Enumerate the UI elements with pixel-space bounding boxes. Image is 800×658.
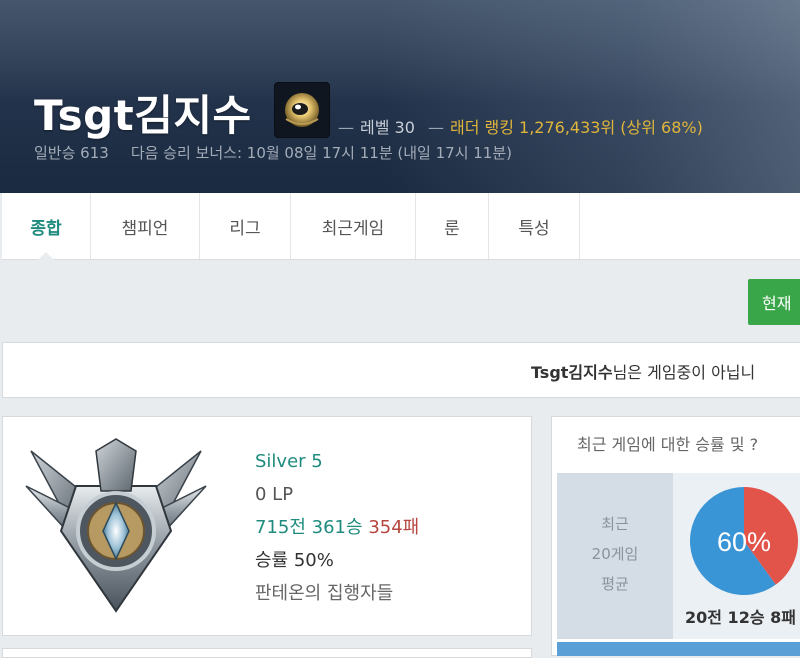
league-points: 0 LP (255, 484, 294, 505)
tab-runes[interactable]: 룬 (416, 193, 489, 259)
rank-info: Silver 5 0 LP 715전 361승 354패 승률 50% 판테온의… (255, 445, 419, 610)
wins-bonus-line: 일반승 613 다음 승리 보너스: 10월 08일 17시 11분 (내일 17… (34, 142, 512, 163)
tier-label: Silver 5 (255, 451, 323, 472)
silver-tier-emblem-icon (25, 438, 207, 613)
league-name: 판테온의 집행자들 (255, 583, 394, 604)
ranked-record: 715전 361승 354패 (255, 511, 419, 544)
ranked-losses: 354패 (368, 517, 420, 538)
eye-orb-icon (285, 93, 319, 127)
ranked-games: 715전 (255, 517, 306, 538)
pie-winrate-label: 60% (717, 527, 771, 557)
recent-label-line1: 최근 (601, 515, 629, 533)
level-ladder-line: — 레벨 30 — 래더 랭킹 1,276,433위 (상위 68%) (338, 118, 703, 137)
recent-games-chart-panel: 60% 20전 12승 8패 (673, 473, 800, 639)
ranked-winrate: 승률 50% (255, 550, 334, 571)
recent-summary: 20전 12승 8패 (685, 608, 796, 627)
live-game-notice: Tsgt김지수님은 게임중이 아닙니 (2, 342, 800, 398)
current-game-button[interactable]: 현재 (748, 279, 800, 325)
tab-champions[interactable]: 챔피언 (91, 193, 200, 259)
normal-wins: 일반승 613 (34, 144, 109, 162)
winrate-pie-chart: 60% (690, 487, 798, 595)
ranked-wins: 361승 (311, 517, 363, 538)
recent-games-card: 최근 게임에 대한 승률 및 ? 최근 20게임 평균 60% 20전 12승 … (551, 416, 800, 656)
next-win-bonus: 다음 승리 보너스: 10월 08일 17시 11분 (내일 17시 11분) (130, 144, 513, 162)
profile-tabs: 종합 챔피언 리그 최근게임 룬 특성 (2, 193, 800, 260)
ladder-ranking: 래더 랭킹 1,276,433위 (상위 68%) (449, 118, 703, 137)
profile-header: Tsgt김지수 — 레벨 30 — 래더 랭킹 1,276,433위 (상위 68%… (0, 0, 800, 193)
notice-summoner-name: Tsgt김지수 (531, 363, 613, 382)
recent-label-line2: 20게임 (591, 545, 639, 563)
tab-league[interactable]: 리그 (200, 193, 291, 259)
next-card-edge (2, 648, 532, 658)
recent-games-title: 최근 게임에 대한 승률 및 ? (577, 435, 759, 454)
tab-masteries[interactable]: 특성 (489, 193, 580, 259)
live-game-notice-text: Tsgt김지수님은 게임중이 아닙니 (531, 359, 755, 383)
tab-recent-games[interactable]: 최근게임 (291, 193, 416, 259)
summoner-level: 레벨 30 (360, 118, 415, 137)
notice-message: 님은 게임중이 아닙니 (612, 363, 756, 382)
ranked-card: Silver 5 0 LP 715전 361승 354패 승률 50% 판테온의… (2, 416, 532, 636)
tab-overview[interactable]: 종합 (2, 193, 91, 260)
summoner-name: Tsgt김지수 (34, 91, 252, 140)
recent-label-line3: 평균 (601, 575, 629, 593)
recent-games-label-panel: 최근 20게임 평균 (557, 473, 673, 639)
profile-icon (274, 82, 330, 138)
banner-texture-right (380, 0, 800, 193)
